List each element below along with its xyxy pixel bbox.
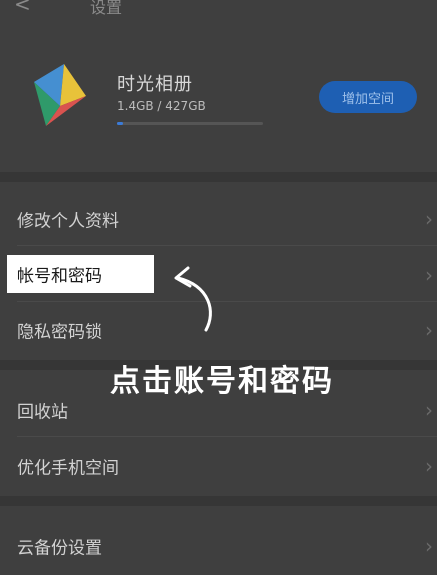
storage-usage-bar [117,122,263,125]
row-divider [17,436,437,437]
row-divider [17,245,437,246]
chevron-right-icon: › [425,263,433,287]
back-arrow-icon[interactable]: < [14,0,31,16]
add-space-button[interactable]: 增加空间 [319,81,417,113]
menu-item-edit-profile[interactable]: 修改个人资料 › [0,192,437,246]
chevron-right-icon: › [425,454,433,478]
section-divider [0,172,437,182]
menu-item-label: 修改个人资料 [17,211,119,232]
chevron-right-icon: › [425,398,433,422]
section-divider [0,496,437,506]
menu-item-label: 帐号和密码 [17,266,102,287]
menu-item-cloud-backup[interactable]: 云备份设置 › [0,519,437,573]
menu-item-optimize-space[interactable]: 优化手机空间 › [0,439,437,493]
album-name: 时光相册 [117,74,193,95]
tutorial-caption: 点击账号和密码 [110,364,334,399]
menu-item-label: 云备份设置 [17,538,102,559]
chevron-right-icon: › [425,318,433,342]
page-title: 设置 [90,0,123,17]
chevron-right-icon: › [425,207,433,231]
top-bar: < 设置 [0,0,437,20]
account-password-highlight[interactable]: 帐号和密码 [7,255,154,293]
chevron-right-icon: › [425,534,433,558]
storage-usage-text: 1.4GB / 427GB [117,99,206,113]
storage-usage-fill [117,122,123,125]
album-logo-icon [34,64,86,126]
menu-item-label: 优化手机空间 [17,458,119,479]
settings-screen: < 设置 时光相册 1.4GB / 427GB 增加空间 修改个人资料 › › … [0,0,437,575]
menu-item-label: 回收站 [17,402,68,423]
curved-arrow-icon [174,266,212,332]
menu-item-label: 隐私密码锁 [17,322,102,343]
row-divider [17,301,437,302]
